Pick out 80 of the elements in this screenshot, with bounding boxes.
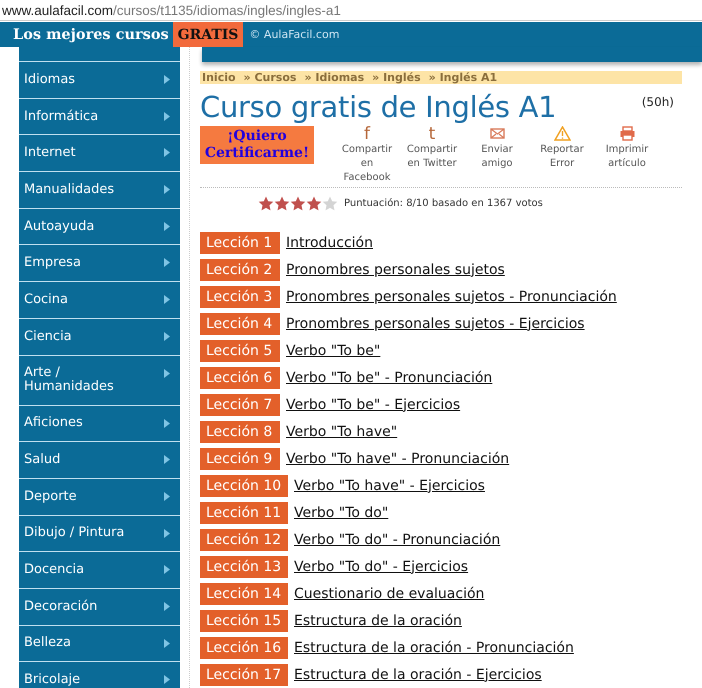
sidebar-item[interactable]: Manualidades: [19, 172, 180, 209]
lesson-link[interactable]: Verbo "To do": [294, 504, 388, 520]
lesson-number: Lección 1: [200, 232, 280, 254]
sidebar-item[interactable]: Idiomas: [19, 62, 180, 99]
mail-icon: [488, 126, 506, 141]
lesson-number: Lección 4: [200, 312, 280, 334]
lesson-number: Lección 9: [200, 448, 280, 470]
site-slogan: Los mejores cursos: [13, 26, 169, 43]
breadcrumb-link[interactable]: » Cursos: [244, 71, 296, 84]
sidebar-item[interactable]: Salud: [19, 442, 180, 479]
lesson-link[interactable]: Pronombres personales sujetos - Pronunciación: [286, 288, 617, 304]
sidebar-item[interactable]: Docencia: [19, 552, 180, 589]
share-action[interactable]: f Compartir en Facebook: [336, 126, 398, 185]
star-icon: [290, 196, 306, 211]
lesson-link[interactable]: Verbo "To do" - Pronunciación: [294, 532, 500, 548]
copyright-text: © AulaFacil.com: [249, 28, 340, 41]
lesson-number: Lección 12: [200, 528, 288, 550]
printer-icon: [618, 126, 636, 141]
sidebar-item[interactable]: Cocina: [19, 282, 180, 319]
lesson-link[interactable]: Cuestionario de evaluación: [294, 586, 484, 602]
url-domain: www.aulafacil.com: [2, 2, 114, 18]
duration-text: (50h): [642, 95, 674, 109]
course-title: Curso gratis de Inglés A1: [200, 90, 556, 124]
lesson-link[interactable]: Verbo "To have": [286, 424, 398, 440]
url-path: /cursos/t1135/idiomas/ingles/ingles-a1: [113, 2, 341, 18]
lesson-link[interactable]: Introducción: [286, 234, 373, 250]
gratis-label: GRATIS: [172, 22, 244, 47]
sidebar-item[interactable]: Deporte: [19, 478, 180, 516]
warning-icon: [554, 126, 570, 141]
lesson-number: Lección 6: [200, 366, 280, 388]
lesson-link[interactable]: Verbo "To have" - Ejercicios: [294, 478, 485, 494]
lesson-number: Lección 7: [200, 394, 280, 416]
lesson-link[interactable]: Pronombres personales sujetos: [286, 262, 505, 278]
share-action[interactable]: Imprimir artículo: [596, 126, 658, 171]
lesson-link[interactable]: Verbo "To have" - Pronunciación: [286, 450, 510, 466]
lesson-link[interactable]: Estructura de la oración: [294, 612, 462, 628]
lesson-number: Lección 10: [200, 474, 288, 496]
star-icon: [306, 196, 322, 211]
lesson-number: Lección 16: [200, 636, 288, 658]
breadcrumb-link[interactable]: » Inglés A1: [428, 71, 498, 84]
lesson-number: Lección 8: [200, 420, 280, 442]
sidebar-item[interactable]: Internet: [19, 135, 180, 172]
sidebar-item[interactable]: Dibujo / Pintura: [19, 516, 180, 552]
star-icon: [258, 196, 274, 211]
lesson-number: Lección 11: [200, 502, 288, 524]
sidebar-item[interactable]: Belleza: [19, 626, 180, 662]
breadcrumb-link[interactable]: » Idiomas: [304, 71, 364, 84]
lesson-number: Lección 2: [200, 258, 280, 280]
breadcrumb-link[interactable]: Inicio: [202, 71, 236, 84]
lesson-link[interactable]: Estructura de la oración - Ejercicios: [294, 666, 542, 682]
sidebar-item[interactable]: Aficiones: [19, 406, 180, 442]
sidebar-item[interactable]: Decoración: [19, 588, 180, 626]
facebook-icon: f: [364, 126, 370, 143]
lesson-link[interactable]: Verbo "To be": [286, 342, 380, 358]
lesson-link[interactable]: Pronombres personales sujetos - Ejercicios: [286, 316, 585, 332]
lesson-number: Lección 15: [200, 610, 288, 632]
lesson-number: Lección 5: [200, 340, 280, 362]
lesson-link[interactable]: Verbo "To do" - Ejercicios: [294, 558, 468, 574]
lesson-number: Lección 13: [200, 556, 288, 578]
sidebar-item[interactable]: Bricolaje: [19, 662, 180, 688]
breadcrumb-link[interactable]: » Inglés: [372, 71, 421, 84]
twitter-icon: t: [428, 126, 436, 143]
sidebar-item[interactable]: Empresa: [19, 245, 180, 282]
sidebar-item[interactable]: Autoayuda: [19, 208, 180, 246]
lesson-link[interactable]: Verbo "To be" - Ejercicios: [286, 396, 460, 412]
sidebar-item[interactable]: Arte / Humanidades: [19, 356, 180, 406]
lesson-link[interactable]: Estructura de la oración - Pronunciación: [294, 640, 574, 656]
share-action[interactable]: Reportar Error: [531, 126, 593, 171]
share-action[interactable]: t Compartir en Twitter: [401, 126, 463, 171]
lesson-number: Lección 3: [200, 286, 280, 308]
sidebar-item[interactable]: Ciencia: [19, 318, 180, 356]
sidebar-item[interactable]: Informática: [19, 98, 180, 136]
lesson-link[interactable]: Verbo "To be" - Pronunciación: [286, 370, 492, 386]
share-action[interactable]: Enviar amigo: [466, 126, 528, 171]
star-icon: [274, 196, 290, 211]
rating-text: Puntuación: 8/10 basado en 1367 votos: [344, 198, 543, 209]
lesson-number: Lección 14: [200, 582, 288, 604]
star-icon: [322, 196, 338, 211]
certify-button[interactable]: ¡Quiero Certificarme!: [200, 126, 314, 164]
lesson-number: Lección 17: [200, 664, 288, 686]
